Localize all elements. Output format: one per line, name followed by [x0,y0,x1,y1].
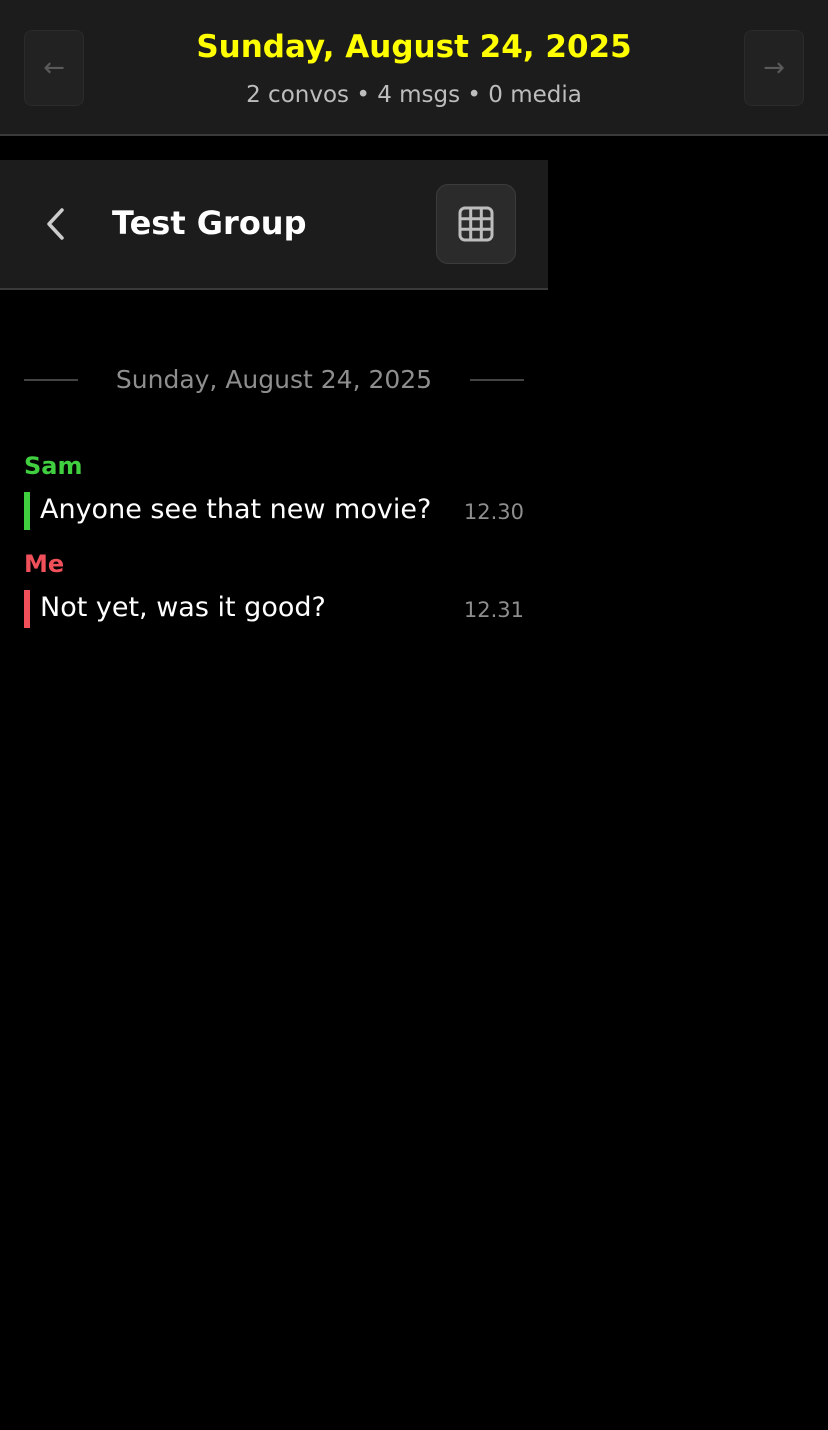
arrow-right-icon: → [763,53,785,83]
date-divider-label: Sunday, August 24, 2025 [115,365,433,394]
message-item: Sam Anyone see that new movie? 12.30 [24,452,524,530]
chat-header: Test Group [0,160,548,290]
divider-line-right [470,379,524,381]
next-day-button[interactable]: → [744,30,804,106]
back-button[interactable] [36,202,76,246]
calendar-grid-button[interactable] [436,184,516,264]
day-header: ← Sunday, August 24, 2025 2 convos • 4 m… [0,0,828,136]
message-time: 12.31 [463,598,524,622]
message-row: Anyone see that new movie? 12.30 [24,492,524,530]
message-sender: Me [24,550,65,578]
message-item: Me Not yet, was it good? 12.31 [24,550,524,628]
header-date: Sunday, August 24, 2025 [196,29,632,65]
message-row: Not yet, was it good? 12.31 [24,590,524,628]
message-time: 12.30 [463,500,524,524]
message-sender: Sam [24,452,83,480]
sender-color-bar [24,590,30,628]
chat-panel: Test Group Sunday, August 24, 2025 Sam A… [0,160,548,1430]
grid-icon [458,206,494,242]
chat-title: Test Group [112,204,307,242]
message-text: Anyone see that new movie? [40,494,432,525]
header-stats: 2 convos • 4 msgs • 0 media [246,82,582,108]
chevron-left-icon [47,208,64,240]
sender-color-bar [24,492,30,530]
date-divider: Sunday, August 24, 2025 [24,362,524,398]
message-text: Not yet, was it good? [40,592,326,623]
